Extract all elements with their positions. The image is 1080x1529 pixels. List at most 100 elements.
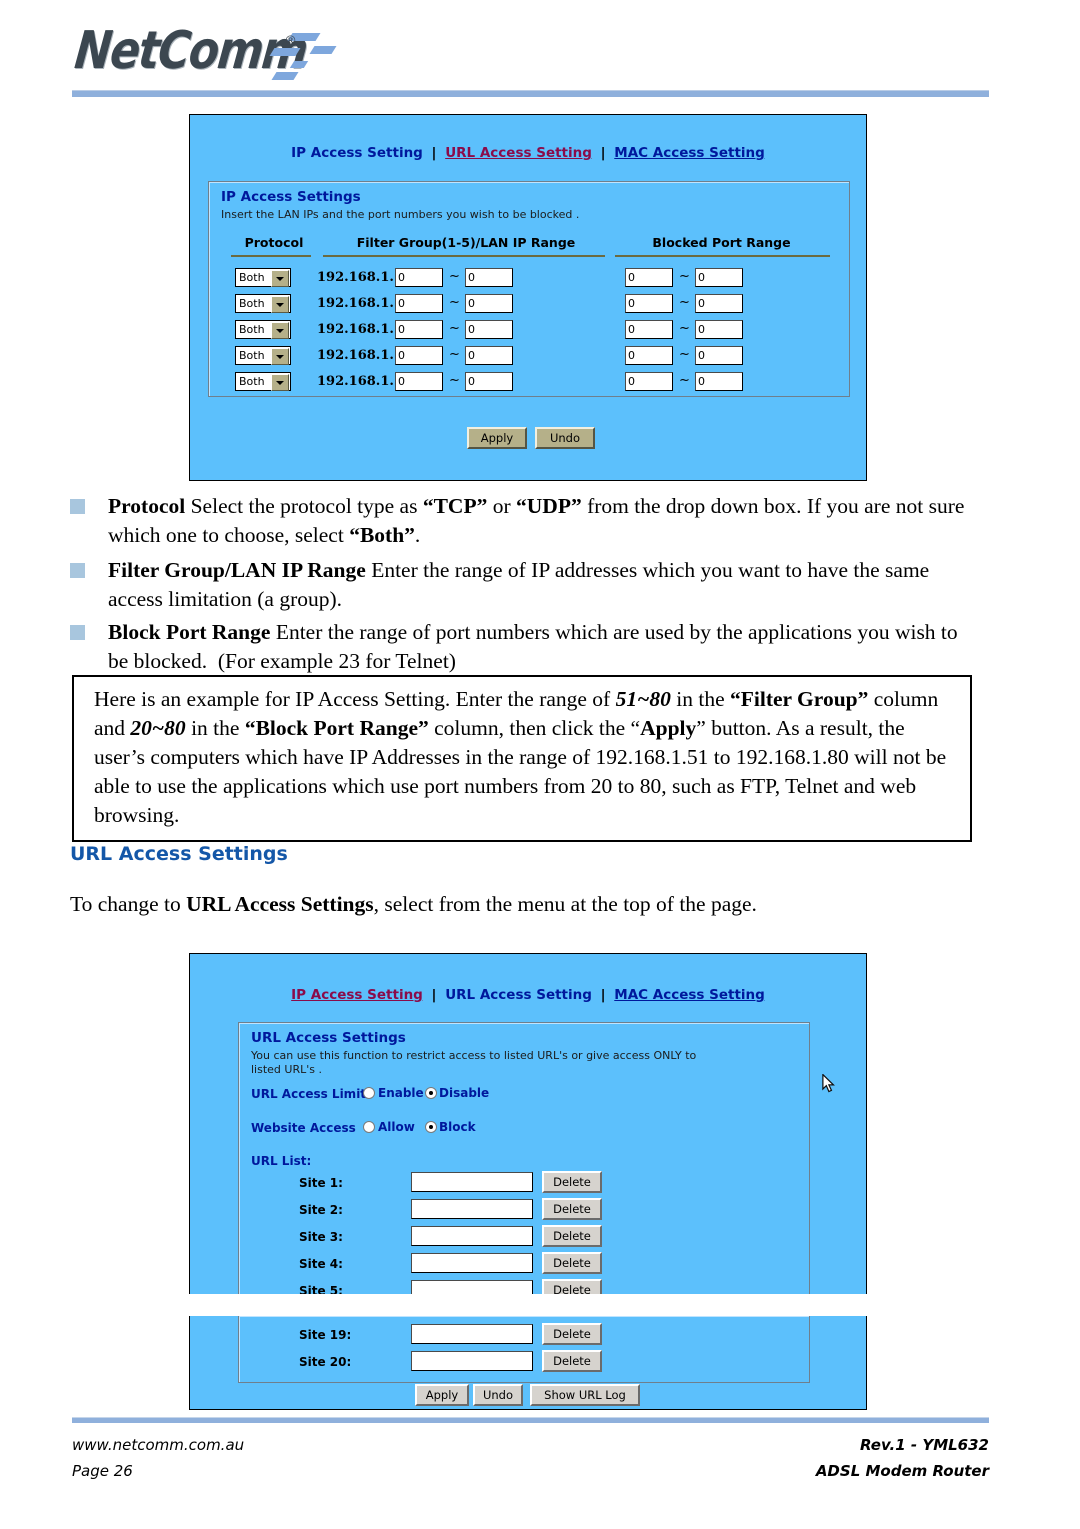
url-panel-tabbar: IP Access Setting | URL Access Setting |… bbox=[190, 987, 866, 1003]
chevron-down-icon[interactable] bbox=[271, 348, 289, 365]
url-settings-box-lower: Site 19: Delete Site 20: Delete bbox=[238, 1316, 810, 1383]
port-to-input-row-2[interactable]: 0 bbox=[695, 294, 743, 313]
site-delete-button-19[interactable]: Delete bbox=[542, 1323, 602, 1345]
tab-separator-2: | bbox=[600, 987, 606, 1003]
protocol-select-value-2: Both bbox=[239, 297, 265, 310]
port-to-input-row-3[interactable]: 0 bbox=[695, 320, 743, 339]
ip-prefix-row-5: 192.168.1. bbox=[317, 374, 394, 389]
site-delete-button-2[interactable]: Delete bbox=[542, 1198, 602, 1220]
tab-separator-2: | bbox=[600, 145, 606, 161]
site-input-4[interactable] bbox=[411, 1253, 533, 1273]
bullet-square-icon bbox=[70, 625, 85, 640]
site-delete-button-4[interactable]: Delete bbox=[542, 1252, 602, 1274]
protocol-select-value-5: Both bbox=[239, 375, 265, 388]
tab-ip-access-setting[interactable]: IP Access Setting bbox=[291, 987, 423, 1003]
site-input-1[interactable] bbox=[411, 1172, 533, 1192]
port-from-input-row-3[interactable]: 0 bbox=[625, 320, 673, 339]
port-range-tilde-row-2: ~ bbox=[679, 295, 690, 310]
tab-url-access-setting[interactable]: URL Access Setting bbox=[445, 145, 592, 161]
url-access-limit-enable-radio[interactable] bbox=[363, 1087, 375, 1099]
url-access-limit-enable-label[interactable]: Enable bbox=[378, 1086, 424, 1100]
site-input-20[interactable] bbox=[411, 1351, 533, 1371]
protocol-select-row-4[interactable]: Both bbox=[235, 346, 291, 365]
column-rule-filter-group bbox=[323, 255, 605, 257]
bullet-filter-group: Filter Group/LAN IP Range Enter the rang… bbox=[70, 556, 982, 614]
site-input-2[interactable] bbox=[411, 1199, 533, 1219]
column-header-filter-group: Filter Group(1-5)/LAN IP Range bbox=[356, 235, 576, 250]
url-access-limit-disable-radio[interactable] bbox=[425, 1087, 437, 1099]
example-callout-text: Here is an example for IP Access Setting… bbox=[94, 687, 947, 827]
url-access-limit-disable-label[interactable]: Disable bbox=[439, 1086, 489, 1100]
ip-prefix-row-3: 192.168.1. bbox=[317, 322, 394, 337]
ip-undo-button[interactable]: Undo bbox=[535, 427, 595, 449]
show-url-log-button[interactable]: Show URL Log bbox=[530, 1384, 640, 1406]
bullet-protocol: Protocol Select the protocol type as “TC… bbox=[70, 492, 982, 550]
website-access-allow-label[interactable]: Allow bbox=[378, 1120, 415, 1134]
tab-mac-access-setting[interactable]: MAC Access Setting bbox=[614, 987, 765, 1003]
url-apply-button[interactable]: Apply bbox=[415, 1384, 469, 1406]
footer-divider bbox=[72, 1417, 989, 1423]
tab-ip-access-setting[interactable]: IP Access Setting bbox=[291, 145, 423, 161]
bullet-term-protocol: Protocol bbox=[108, 494, 186, 518]
tab-url-access-setting[interactable]: URL Access Setting bbox=[445, 987, 592, 1003]
site-delete-button-1[interactable]: Delete bbox=[542, 1171, 602, 1193]
bullet-term-filter-group: Filter Group/LAN IP Range bbox=[108, 558, 366, 582]
port-range-tilde-row-1: ~ bbox=[679, 269, 690, 284]
ip-from-input-row-5[interactable]: 0 bbox=[395, 372, 443, 391]
port-to-input-row-5[interactable]: 0 bbox=[695, 372, 743, 391]
ip-to-input-row-5[interactable]: 0 bbox=[465, 372, 513, 391]
port-from-input-row-4[interactable]: 0 bbox=[625, 346, 673, 365]
ip-range-tilde-row-3: ~ bbox=[449, 321, 460, 336]
bullet-square-icon bbox=[70, 499, 85, 514]
footer-revision: Rev.1 - YML632 bbox=[860, 1436, 989, 1454]
ip-apply-button[interactable]: Apply bbox=[467, 427, 527, 449]
ip-to-input-row-1[interactable]: 0 bbox=[465, 268, 513, 287]
protocol-select-value-4: Both bbox=[239, 349, 265, 362]
ip-to-input-row-2[interactable]: 0 bbox=[465, 294, 513, 313]
ip-from-input-row-4[interactable]: 0 bbox=[395, 346, 443, 365]
ip-from-input-row-2[interactable]: 0 bbox=[395, 294, 443, 313]
port-from-input-row-5[interactable]: 0 bbox=[625, 372, 673, 391]
port-from-input-row-1[interactable]: 0 bbox=[625, 268, 673, 287]
chevron-down-icon[interactable] bbox=[271, 374, 289, 391]
ip-to-input-row-4[interactable]: 0 bbox=[465, 346, 513, 365]
port-from-input-row-2[interactable]: 0 bbox=[625, 294, 673, 313]
website-access-allow-radio[interactable] bbox=[363, 1121, 375, 1133]
protocol-select-row-3[interactable]: Both bbox=[235, 320, 291, 339]
chevron-down-icon[interactable] bbox=[271, 296, 289, 313]
registered-trademark-icon: ® bbox=[284, 34, 297, 49]
footer-website: www.netcomm.com.au bbox=[72, 1436, 245, 1454]
port-range-tilde-row-5: ~ bbox=[679, 373, 690, 388]
website-access-block-radio[interactable] bbox=[425, 1121, 437, 1133]
website-access-block-label[interactable]: Block bbox=[439, 1120, 476, 1134]
bullet-body-protocol: Select the protocol type as “TCP” or “UD… bbox=[108, 494, 965, 547]
ip-access-settings-screenshot: IP Access Setting | URL Access Setting |… bbox=[189, 114, 867, 481]
header-divider bbox=[72, 90, 989, 97]
page-footer: www.netcomm.com.au Rev.1 - YML632 Page 2… bbox=[72, 1432, 989, 1484]
column-header-blocked-port: Blocked Port Range bbox=[652, 235, 791, 250]
protocol-select-row-1[interactable]: Both bbox=[235, 268, 291, 287]
site-input-19[interactable] bbox=[411, 1324, 533, 1344]
ip-prefix-row-4: 192.168.1. bbox=[317, 348, 394, 363]
chevron-down-icon[interactable] bbox=[271, 322, 289, 339]
port-to-input-row-4[interactable]: 0 bbox=[695, 346, 743, 365]
chevron-down-icon[interactable] bbox=[271, 270, 289, 287]
url-undo-button[interactable]: Undo bbox=[473, 1384, 523, 1406]
url-panel-description: You can use this function to restrict ac… bbox=[251, 1049, 697, 1076]
ip-prefix-row-2: 192.168.1. bbox=[317, 296, 394, 311]
port-to-input-row-1[interactable]: 0 bbox=[695, 268, 743, 287]
website-access-label: Website Access bbox=[251, 1121, 356, 1135]
site-input-3[interactable] bbox=[411, 1226, 533, 1246]
protocol-select-row-5[interactable]: Both bbox=[235, 372, 291, 391]
ip-to-input-row-3[interactable]: 0 bbox=[465, 320, 513, 339]
port-range-tilde-row-3: ~ bbox=[679, 321, 690, 336]
tab-mac-access-setting[interactable]: MAC Access Setting bbox=[614, 145, 765, 161]
site-delete-button-20[interactable]: Delete bbox=[542, 1350, 602, 1372]
site-delete-button-3[interactable]: Delete bbox=[542, 1225, 602, 1247]
site-label-2: Site 2: bbox=[299, 1203, 343, 1217]
protocol-select-row-2[interactable]: Both bbox=[235, 294, 291, 313]
url-settings-box-upper: URL Access Settings You can use this fun… bbox=[238, 1022, 810, 1301]
page-header: NetComm ® bbox=[0, 0, 1080, 100]
ip-from-input-row-3[interactable]: 0 bbox=[395, 320, 443, 339]
ip-from-input-row-1[interactable]: 0 bbox=[395, 268, 443, 287]
